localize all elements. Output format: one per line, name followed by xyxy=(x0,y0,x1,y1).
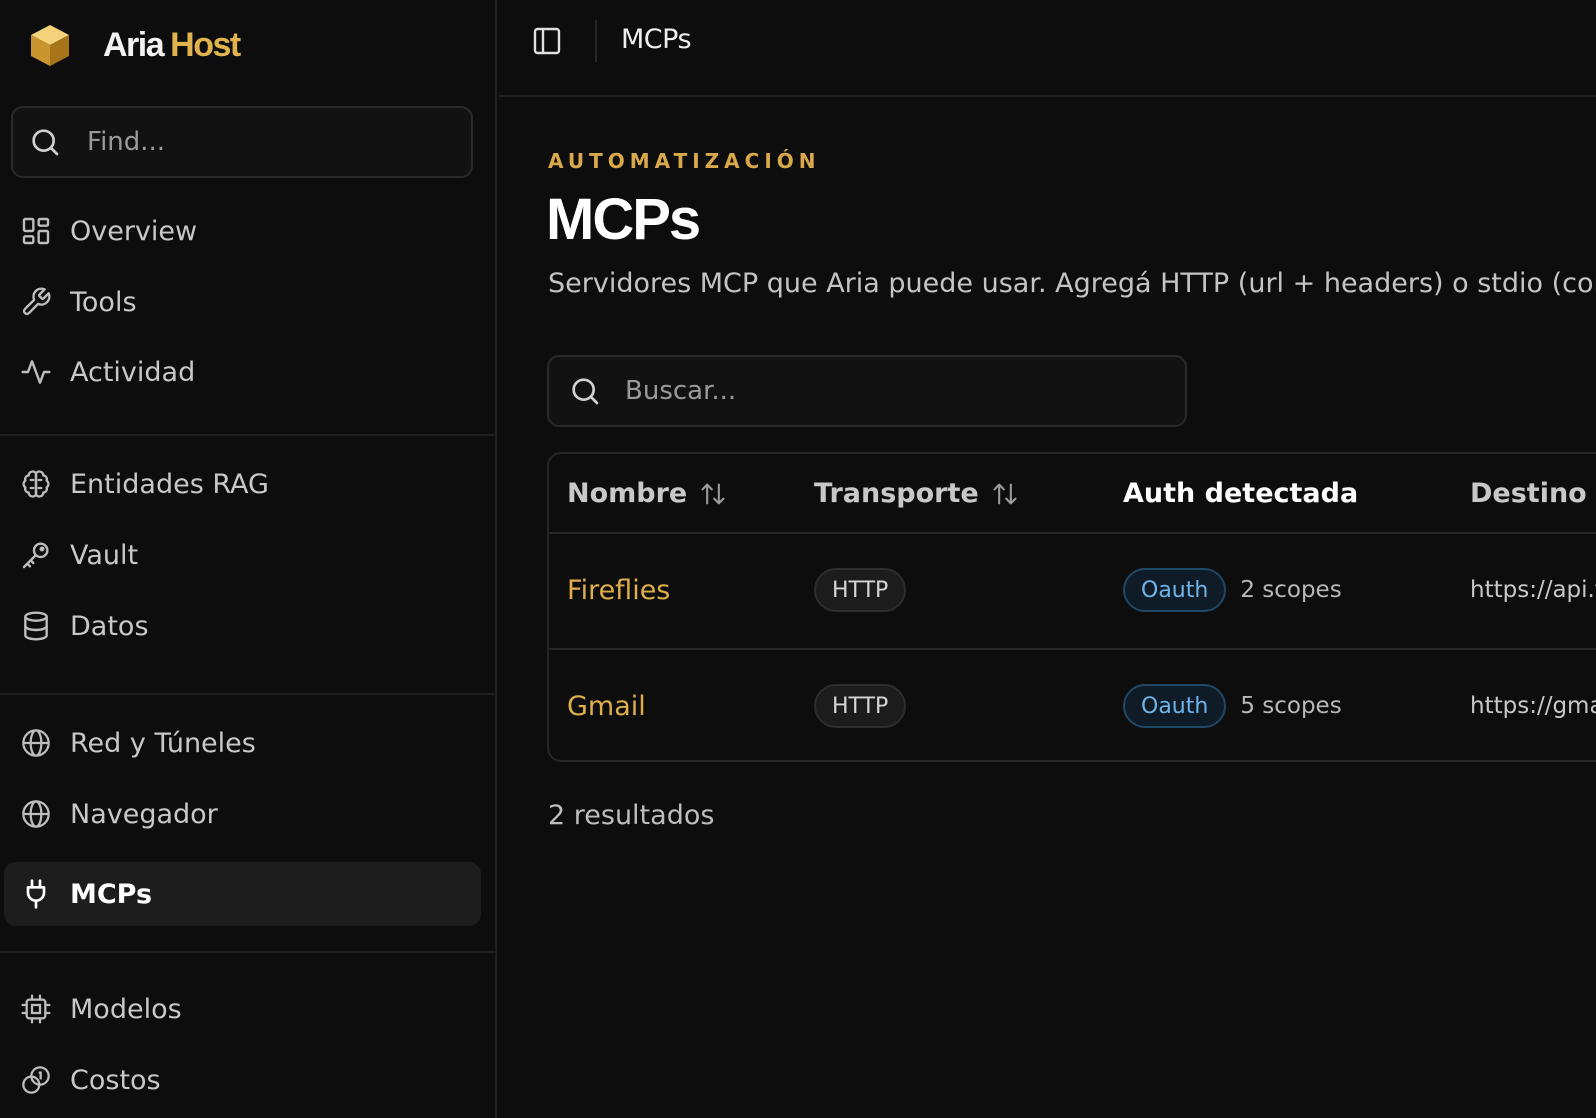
sidebar-toggle-icon xyxy=(533,27,561,55)
brain-icon xyxy=(22,470,50,498)
search-box xyxy=(547,355,1187,427)
brand-name: Aria Host xyxy=(103,25,241,65)
globe-icon xyxy=(22,729,50,757)
scopes-count: 2 scopes xyxy=(1240,577,1342,603)
sidebar: AriaHost Overview Tools Actividad Entida… xyxy=(0,0,497,1118)
column-header-destino[interactable]: Destino xyxy=(1470,478,1596,509)
dashboard-grid-icon xyxy=(22,217,50,245)
mcp-table: Nombre Transporte Auth detectada Destino… xyxy=(547,452,1596,762)
plug-icon xyxy=(26,879,46,909)
sort-arrows-icon xyxy=(701,483,725,504)
brand-name-part2: Host xyxy=(170,25,241,64)
sidebar-item-label: Modelos xyxy=(70,993,182,1025)
transport-badge: HTTP xyxy=(814,568,907,612)
column-header-transporte[interactable]: Transporte xyxy=(814,478,1019,509)
sidebar-item-mcps[interactable]: MCPs xyxy=(4,862,481,926)
sidebar-item-label: Datos xyxy=(70,610,149,642)
table-row[interactable]: Gmail HTTP Oauth 5 scopes https://gmail.… xyxy=(549,648,1596,760)
sidebar-item-label: Red y Túneles xyxy=(70,727,256,759)
sidebar-item-overview[interactable]: Overview xyxy=(4,199,481,263)
destination-url: https://gmail.googleapis.com/mcp xyxy=(1470,693,1596,719)
table-row[interactable]: Fireflies HTTP Oauth 2 scopes https://ap… xyxy=(549,534,1596,648)
sidebar-item-label: Tools xyxy=(70,286,137,318)
search-icon xyxy=(572,378,599,405)
brand-logo[interactable]: Aria Host xyxy=(27,22,241,68)
page-description: Servidores MCP que Aria puede usar. Agre… xyxy=(548,268,1596,299)
sidebar-item-costos[interactable]: Costos xyxy=(4,1048,481,1112)
scopes-count: 5 scopes xyxy=(1240,693,1342,719)
sidebar-item-entidades-rag[interactable]: Entidades RAG xyxy=(4,452,481,516)
column-header-label: Nombre xyxy=(567,478,688,509)
sidebar-item-red-y-tuneles[interactable]: Red y Túneles xyxy=(4,711,481,775)
search-input[interactable] xyxy=(625,376,1145,406)
sidebar-divider xyxy=(0,434,497,436)
search-icon xyxy=(32,129,59,156)
auth-badge: Oauth xyxy=(1123,684,1227,728)
sidebar-find xyxy=(11,106,473,178)
find-input[interactable] xyxy=(87,127,447,157)
destination-url: https://api.fireflies.ai/mcp xyxy=(1470,577,1596,603)
sidebar-item-datos[interactable]: Datos xyxy=(4,594,481,658)
sidebar-item-label: MCPs xyxy=(70,878,153,910)
sort-arrows-icon xyxy=(993,483,1017,504)
topbar-separator xyxy=(595,20,597,62)
sidebar-item-modelos[interactable]: Modelos xyxy=(4,977,481,1041)
sidebar-divider xyxy=(0,951,497,953)
column-header-label: Transporte xyxy=(814,478,979,509)
globe-icon xyxy=(22,800,50,828)
sidebar-divider xyxy=(0,693,497,695)
sidebar-item-label: Entidades RAG xyxy=(70,468,269,500)
auth-badge: Oauth xyxy=(1123,568,1227,612)
sidebar-item-label: Costos xyxy=(70,1064,161,1096)
sidebar-item-vault[interactable]: Vault xyxy=(4,523,481,587)
sidebar-item-actividad[interactable]: Actividad xyxy=(4,340,481,404)
brand-name-part1: Aria xyxy=(103,25,165,64)
gold-cube-icon xyxy=(31,25,69,66)
sidebar-item-label: Navegador xyxy=(70,798,218,830)
column-header-nombre[interactable]: Nombre xyxy=(567,478,727,509)
page-title: MCPs xyxy=(546,187,701,252)
sidebar-item-label: Vault xyxy=(70,539,139,571)
topbar: MCPs xyxy=(499,0,1596,97)
transport-badge: HTTP xyxy=(814,684,907,728)
activity-icon xyxy=(21,360,51,384)
coins-icon xyxy=(22,1066,50,1094)
wrench-icon xyxy=(22,287,51,316)
column-header-label: Destino xyxy=(1470,478,1587,509)
column-header-auth: Auth detectada xyxy=(1123,478,1358,509)
sidebar-item-tools[interactable]: Tools xyxy=(4,270,481,334)
column-header-label: Auth detectada xyxy=(1123,478,1359,509)
key-icon xyxy=(22,542,49,569)
sidebar-toggle-button[interactable] xyxy=(531,25,563,57)
mcp-name-link[interactable]: Fireflies xyxy=(567,575,670,606)
sidebar-item-navegador[interactable]: Navegador xyxy=(4,782,481,846)
results-count: 2 resultados xyxy=(548,800,715,831)
breadcrumb: MCPs xyxy=(621,24,692,55)
cpu-icon xyxy=(21,994,51,1024)
section-eyebrow: AUTOMATIZACIÓN xyxy=(548,149,821,173)
sidebar-item-label: Actividad xyxy=(70,356,196,388)
database-icon xyxy=(24,611,48,641)
mcp-name-link[interactable]: Gmail xyxy=(567,691,646,722)
table-header: Nombre Transporte Auth detectada Destino xyxy=(549,454,1596,534)
sidebar-item-label: Overview xyxy=(70,215,198,247)
